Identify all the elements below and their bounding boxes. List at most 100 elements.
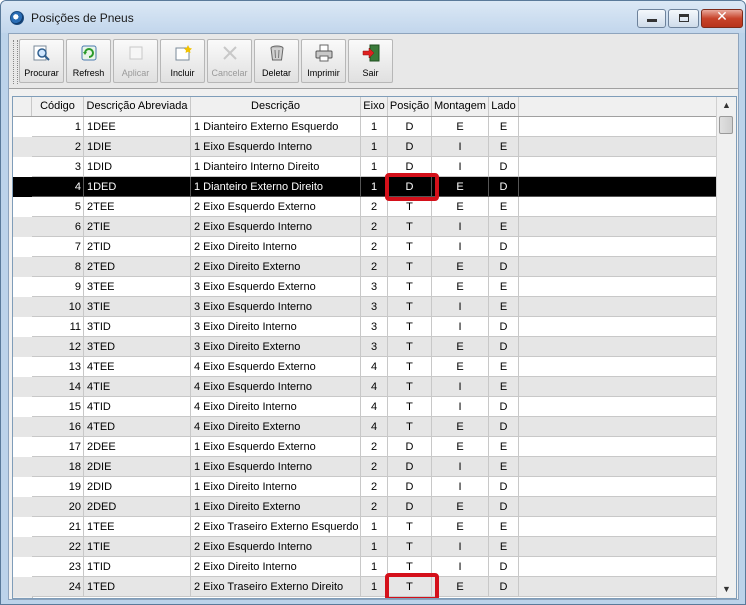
cell-codigo[interactable]: 3	[32, 157, 84, 177]
cell-lado[interactable]: E	[489, 457, 519, 477]
cell-lado[interactable]: E	[489, 117, 519, 137]
cell-posicao[interactable]: T	[388, 297, 432, 317]
cell-descricao[interactable]: 2 Eixo Direito Externo	[191, 257, 361, 277]
table-row[interactable]: 10 3TIE 3 Eixo Esquerdo Interno 3 T I E	[13, 297, 716, 317]
table-row[interactable]: 21 1TEE 2 Eixo Traseiro Externo Esquerdo 1 T…	[13, 517, 716, 537]
cell-eixo[interactable]: 3	[361, 317, 388, 337]
cell-posicao[interactable]: T	[388, 257, 432, 277]
cell-descricao-abreviada[interactable]: 2DID	[84, 477, 191, 497]
table-row[interactable]: 3 1DID 1 Dianteiro Interno Direito 1 D I D	[13, 157, 716, 177]
cell-posicao[interactable]: D	[388, 477, 432, 497]
print-button[interactable]: Imprimir	[301, 39, 346, 83]
cell-descricao[interactable]: 4 Eixo Direito Externo	[191, 417, 361, 437]
cell-montagem[interactable]: E	[432, 417, 489, 437]
cell-montagem[interactable]: I	[432, 137, 489, 157]
cell-codigo[interactable]: 1	[32, 117, 84, 137]
cell-descricao-abreviada[interactable]: 2TED	[84, 257, 191, 277]
exit-button[interactable]: Sair	[348, 39, 393, 83]
cell-eixo[interactable]: 4	[361, 357, 388, 377]
table-row[interactable]: 13 4TEE 4 Eixo Esquerdo Externo 4 T E E	[13, 357, 716, 377]
delete-button[interactable]: Deletar	[254, 39, 299, 83]
cell-descricao[interactable]: 2 Eixo Esquerdo Interno	[191, 537, 361, 557]
cell-descricao[interactable]: 4 Eixo Esquerdo Interno	[191, 377, 361, 397]
table-row[interactable]: 9 3TEE 3 Eixo Esquerdo Externo 3 T E E	[13, 277, 716, 297]
cell-eixo[interactable]: 2	[361, 477, 388, 497]
cell-lado[interactable]: D	[489, 477, 519, 497]
cell-posicao[interactable]: D	[388, 117, 432, 137]
table-row[interactable]: 12 3TED 3 Eixo Direito Externo 3 T E D	[13, 337, 716, 357]
table-row[interactable]: 18 2DIE 1 Eixo Esquerdo Interno 2 D I E	[13, 457, 716, 477]
cell-descricao-abreviada[interactable]: 4TID	[84, 397, 191, 417]
cell-descricao-abreviada[interactable]: 3TED	[84, 337, 191, 357]
cell-eixo[interactable]: 1	[361, 517, 388, 537]
cell-codigo[interactable]: 23	[32, 557, 84, 577]
cell-lado[interactable]: D	[489, 337, 519, 357]
cell-codigo[interactable]: 24	[32, 577, 84, 597]
cell-eixo[interactable]: 1	[361, 537, 388, 557]
cell-posicao[interactable]: T	[388, 517, 432, 537]
cell-montagem[interactable]: E	[432, 177, 489, 197]
table-row[interactable]: 2 1DIE 1 Eixo Esquerdo Interno 1 D I E	[13, 137, 716, 157]
cell-posicao[interactable]: T	[388, 377, 432, 397]
cell-eixo[interactable]: 4	[361, 377, 388, 397]
table-row[interactable]: 20 2DED 1 Eixo Direito Externo 2 D E D	[13, 497, 716, 517]
cell-lado[interactable]: D	[489, 257, 519, 277]
cell-montagem[interactable]: E	[432, 197, 489, 217]
table-row[interactable]: 6 2TIE 2 Eixo Esquerdo Interno 2 T I E	[13, 217, 716, 237]
cell-descricao-abreviada[interactable]: 4TEE	[84, 357, 191, 377]
cell-lado[interactable]: D	[489, 397, 519, 417]
cell-posicao[interactable]: T	[388, 397, 432, 417]
cell-montagem[interactable]: I	[432, 537, 489, 557]
cell-montagem[interactable]: E	[432, 337, 489, 357]
search-button[interactable]: Procurar	[19, 39, 64, 83]
cell-descricao[interactable]: 2 Eixo Traseiro Externo Esquerdo	[191, 517, 361, 537]
cell-posicao[interactable]: D	[388, 137, 432, 157]
cell-lado[interactable]: E	[489, 517, 519, 537]
cell-descricao-abreviada[interactable]: 3TID	[84, 317, 191, 337]
cell-montagem[interactable]: E	[432, 277, 489, 297]
column-header-descricao-abreviada[interactable]: Descrição Abreviada	[84, 97, 191, 116]
cell-descricao-abreviada[interactable]: 1DED	[84, 177, 191, 197]
cell-descricao[interactable]: 4 Eixo Esquerdo Externo	[191, 357, 361, 377]
cell-montagem[interactable]: I	[432, 557, 489, 577]
cell-codigo[interactable]: 7	[32, 237, 84, 257]
cell-montagem[interactable]: E	[432, 497, 489, 517]
cell-lado[interactable]: D	[489, 577, 519, 597]
cell-eixo[interactable]: 2	[361, 437, 388, 457]
cell-codigo[interactable]: 2	[32, 137, 84, 157]
cell-descricao[interactable]: 1 Eixo Esquerdo Interno	[191, 457, 361, 477]
cell-lado[interactable]: D	[489, 497, 519, 517]
cell-descricao-abreviada[interactable]: 1TEE	[84, 517, 191, 537]
minimize-button[interactable]	[637, 9, 666, 28]
cell-codigo[interactable]: 12	[32, 337, 84, 357]
cell-montagem[interactable]: I	[432, 317, 489, 337]
cell-codigo[interactable]: 14	[32, 377, 84, 397]
table-row[interactable]: 17 2DEE 1 Eixo Esquerdo Externo 2 D E E	[13, 437, 716, 457]
cell-posicao[interactable]: T	[388, 537, 432, 557]
cell-codigo[interactable]: 10	[32, 297, 84, 317]
cell-lado[interactable]: D	[489, 317, 519, 337]
cell-montagem[interactable]: I	[432, 457, 489, 477]
cell-lado[interactable]: E	[489, 217, 519, 237]
column-header-lado[interactable]: Lado	[489, 97, 519, 116]
add-button[interactable]: Incluir	[160, 39, 205, 83]
column-header-codigo[interactable]: Código	[32, 97, 84, 116]
cell-eixo[interactable]: 1	[361, 137, 388, 157]
cell-descricao-abreviada[interactable]: 1TID	[84, 557, 191, 577]
cell-eixo[interactable]: 2	[361, 217, 388, 237]
cell-montagem[interactable]: E	[432, 257, 489, 277]
cell-descricao-abreviada[interactable]: 1TED	[84, 577, 191, 597]
cell-descricao[interactable]: 1 Dianteiro Interno Direito	[191, 157, 361, 177]
cell-posicao[interactable]: T	[388, 337, 432, 357]
cell-eixo[interactable]: 2	[361, 457, 388, 477]
cell-descricao-abreviada[interactable]: 1DIE	[84, 137, 191, 157]
table-row[interactable]: 24 1TED 2 Eixo Traseiro Externo Direito 1 T E…	[13, 577, 716, 597]
cell-lado[interactable]: E	[489, 277, 519, 297]
cell-codigo[interactable]: 15	[32, 397, 84, 417]
table-row[interactable]: 22 1TIE 2 Eixo Esquerdo Interno 1 T I E	[13, 537, 716, 557]
title-bar[interactable]: Posições de Pneus ✕	[1, 1, 745, 33]
cell-montagem[interactable]: E	[432, 357, 489, 377]
cell-descricao-abreviada[interactable]: 1DID	[84, 157, 191, 177]
cell-posicao[interactable]: T	[388, 237, 432, 257]
cell-descricao-abreviada[interactable]: 3TEE	[84, 277, 191, 297]
